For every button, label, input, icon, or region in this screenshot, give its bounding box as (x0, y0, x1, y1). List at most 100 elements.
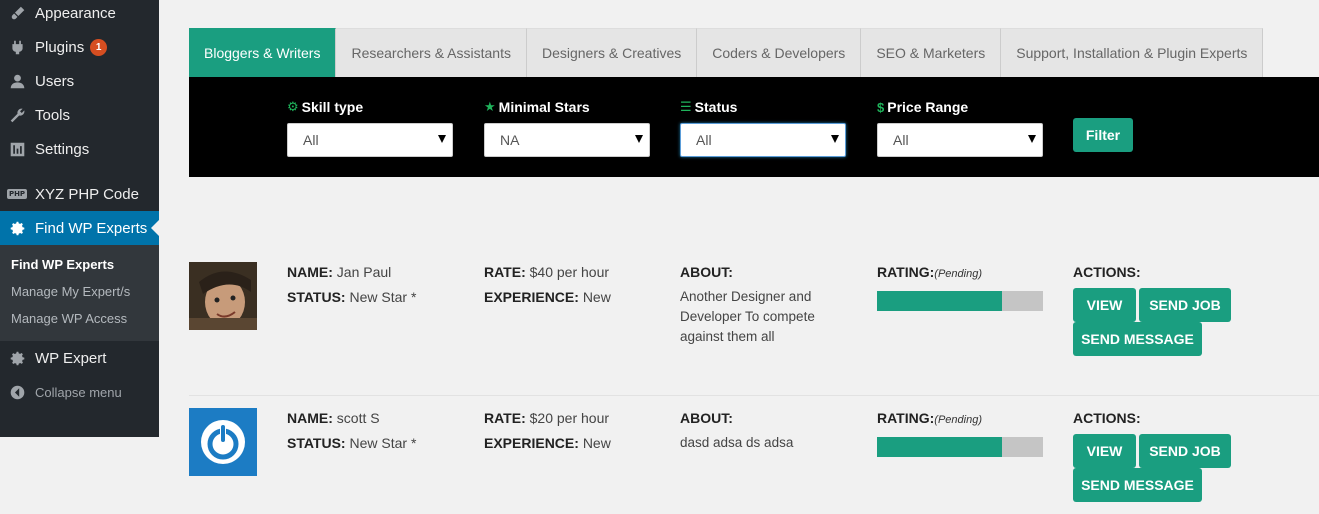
user-icon (8, 72, 26, 90)
chevron-down-icon (1028, 135, 1036, 143)
filter-minimal-stars: ★ Minimal Stars NA (484, 99, 650, 157)
status-label: Status (694, 99, 738, 115)
menu-xyz-php-code[interactable]: PHP XYZ PHP Code (0, 177, 159, 211)
filter-skill-type: ⚙ Skill type All (287, 99, 453, 157)
collapse-icon (8, 383, 26, 401)
send-message-button[interactable]: SEND MESSAGE (1073, 468, 1202, 502)
send-job-button[interactable]: SEND JOB (1139, 288, 1231, 322)
sliders-icon: ☰ (680, 99, 692, 114)
menu-tools[interactable]: Tools (0, 98, 159, 132)
collapse-menu[interactable]: Collapse menu (0, 375, 159, 409)
minimal-stars-label: Minimal Stars (498, 99, 590, 115)
tab-designers-creatives[interactable]: Designers & Creatives (526, 28, 698, 77)
php-icon: PHP (6, 185, 28, 203)
gear-icon (8, 219, 26, 237)
expert-experience: New (582, 289, 611, 305)
price-range-value: All (893, 132, 909, 148)
rating-fill (877, 437, 1002, 457)
main-content: Bloggers & Writers Researchers & Assista… (179, 0, 1319, 514)
rating-bar (877, 291, 1043, 311)
menu-settings[interactable]: Settings (0, 132, 159, 166)
tab-seo-marketers[interactable]: SEO & Marketers (861, 28, 1002, 77)
expert-row: NAME: scott S STATUS: New Star * RATE: $… (189, 395, 1319, 514)
menu-wp-expert[interactable]: WP Expert (0, 341, 159, 375)
minimal-stars-value: NA (500, 132, 520, 148)
experience-label: EXPERIENCE: (484, 435, 579, 451)
rating-pending: (Pending) (934, 268, 982, 280)
submenu-find-wp-experts[interactable]: Find WP Experts (11, 257, 114, 272)
menu-appearance-label: Appearance (35, 4, 116, 22)
name-label: NAME: (287, 264, 333, 280)
filter-bar: ⚙ Skill type All ★ Minimal Stars NA ☰ Statu… (189, 77, 1319, 177)
status-label: STATUS: (287, 289, 346, 305)
experience-label: EXPERIENCE: (484, 289, 579, 305)
category-tabs: Bloggers & Writers Researchers & Assista… (189, 28, 1264, 77)
dollar-icon: $ (877, 99, 885, 115)
expert-experience: New (582, 435, 611, 451)
expert-about: Another Designer and Developer To compet… (680, 289, 815, 344)
filter-button[interactable]: Filter (1073, 118, 1133, 152)
rating-bar (877, 437, 1043, 457)
expert-rate: $20 per hour (529, 410, 610, 426)
menu-wp-expert-label: WP Expert (35, 349, 107, 367)
price-range-select[interactable]: All (877, 123, 1043, 157)
wrench-icon (8, 106, 26, 124)
about-label: ABOUT: (680, 264, 733, 280)
menu-appearance[interactable]: Appearance (0, 0, 159, 30)
rating-label: RATING: (877, 410, 935, 426)
skill-type-value: All (303, 132, 319, 148)
find-wp-experts-submenu: Find WP Experts Manage My Expert/s Manag… (0, 245, 159, 341)
avatar[interactable] (189, 262, 257, 330)
expert-status: New Star * (349, 289, 417, 305)
expert-name: Jan Paul (336, 264, 392, 280)
expert-rate: $40 per hour (529, 264, 610, 280)
view-button[interactable]: VIEW (1073, 288, 1136, 322)
settings-icon (8, 140, 26, 158)
avatar[interactable] (189, 408, 257, 476)
filter-price-range: $ Price Range All (877, 99, 1043, 157)
tab-coders-developers[interactable]: Coders & Developers (697, 28, 862, 77)
menu-plugins[interactable]: Plugins 1 (0, 30, 159, 64)
rating-pending: (Pending) (934, 414, 982, 426)
expert-row: NAME: Jan Paul STATUS: New Star * RATE: … (189, 250, 1319, 375)
chevron-down-icon (438, 135, 446, 143)
php-icon-text: PHP (6, 189, 28, 199)
expert-name: scott S (336, 410, 380, 426)
skill-type-label: Skill type (301, 99, 364, 115)
submenu-manage-wp-access[interactable]: Manage WP Access (11, 311, 127, 326)
status-value: All (696, 132, 712, 148)
skill-type-select[interactable]: All (287, 123, 453, 157)
expert-status: New Star * (349, 435, 417, 451)
gear-icon: ⚙ (287, 99, 299, 114)
minimal-stars-select[interactable]: NA (484, 123, 650, 157)
status-label: STATUS: (287, 435, 346, 451)
view-button[interactable]: VIEW (1073, 434, 1136, 468)
star-icon: ★ (484, 99, 496, 114)
send-job-button[interactable]: SEND JOB (1139, 434, 1231, 468)
actions-label: ACTIONS: (1073, 410, 1141, 426)
menu-settings-label: Settings (35, 140, 90, 158)
plugin-icon (8, 38, 26, 56)
actions-label: ACTIONS: (1073, 264, 1141, 280)
send-message-button[interactable]: SEND MESSAGE (1073, 322, 1202, 356)
admin-sidebar: Appearance Plugins 1 Users Tools Setting… (0, 0, 159, 437)
name-label: NAME: (287, 410, 333, 426)
menu-xyz-php-label: XYZ PHP Code (35, 185, 139, 203)
menu-users-label: Users (35, 72, 75, 90)
menu-find-wp-experts-label: Find WP Experts (35, 219, 148, 237)
gear-icon (8, 349, 26, 367)
status-select[interactable]: All (680, 123, 846, 157)
rate-label: RATE: (484, 264, 526, 280)
submenu-manage-my-experts[interactable]: Manage My Expert/s (11, 284, 130, 299)
paintbrush-icon (8, 4, 26, 22)
menu-find-wp-experts[interactable]: Find WP Experts (0, 211, 159, 245)
tab-support-installation[interactable]: Support, Installation & Plugin Experts (1001, 28, 1264, 77)
collapse-menu-label: Collapse menu (35, 384, 122, 400)
expert-about: dasd adsa ds adsa (680, 435, 794, 450)
chevron-down-icon (831, 135, 839, 143)
tab-bloggers-writers[interactable]: Bloggers & Writers (189, 28, 337, 77)
menu-users[interactable]: Users (0, 64, 159, 98)
price-range-label: Price Range (887, 99, 969, 115)
menu-plugins-label: Plugins (35, 38, 85, 56)
tab-researchers-assistants[interactable]: Researchers & Assistants (336, 28, 527, 77)
